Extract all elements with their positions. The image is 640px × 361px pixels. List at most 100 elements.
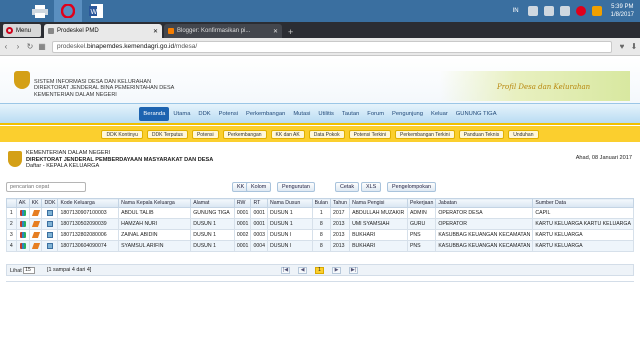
close-tab-icon[interactable]: ✕: [153, 28, 158, 35]
nav-tautan[interactable]: Tautan: [338, 107, 363, 121]
col-pekerjaan[interactable]: Pekerjaan: [406, 198, 437, 208]
col-alamat[interactable]: Alamat: [190, 198, 235, 208]
tab-blogger[interactable]: Blogger: Konfirmasikan pi... ✕: [164, 24, 282, 38]
anggota-keluarga-icon[interactable]: [19, 220, 26, 227]
bookmark-heart-icon[interactable]: ♥: [616, 42, 628, 51]
col-ddk[interactable]: DDK: [41, 198, 59, 208]
anggota-keluarga-icon[interactable]: [19, 242, 26, 249]
nav-forum[interactable]: Forum: [363, 107, 388, 121]
col-no: [6, 198, 17, 208]
edit-pencil-icon[interactable]: [31, 231, 40, 238]
network-icon[interactable]: [543, 6, 554, 16]
anggota-keluarga-icon[interactable]: [19, 231, 26, 238]
col-jabatan[interactable]: Jabatan: [435, 198, 534, 208]
col-nama-kepala-keluarga[interactable]: Nama Kepala Keluarga: [118, 198, 192, 208]
subnav-ddk-terputus[interactable]: DDK Terputus: [146, 129, 188, 139]
address-field[interactable]: prodeskel. binapemdes.kemendagri.go.id/md…: [52, 40, 612, 53]
page-favicon-icon: [48, 28, 54, 34]
ddk-form-icon[interactable]: [46, 209, 53, 216]
col-tahun[interactable]: Tahun: [329, 198, 351, 208]
first-page-icon[interactable]: |◀: [281, 267, 290, 274]
quick-search-input[interactable]: [6, 182, 86, 192]
flag-icon[interactable]: [527, 6, 538, 16]
volume-icon[interactable]: [559, 6, 570, 16]
subnav-ddk-kontinyu[interactable]: DDK Kontinyu: [101, 129, 143, 139]
lang-indicator[interactable]: IN: [513, 8, 519, 14]
subnav-panduan-teknis[interactable]: Panduan Teknis: [458, 129, 505, 139]
edit-pencil-icon[interactable]: [31, 209, 40, 216]
new-tab-icon[interactable]: +: [288, 27, 293, 37]
opera-tray-icon[interactable]: [575, 6, 586, 16]
edit-pencil-icon[interactable]: [31, 242, 40, 249]
subnav-kk-dan-ak[interactable]: KK dan AK: [270, 129, 305, 139]
xls-button[interactable]: XLS: [361, 182, 382, 192]
col-sumber-data[interactable]: Sumber Data: [532, 198, 634, 208]
nav-utama[interactable]: Utama: [169, 107, 194, 121]
pekerjaan-cell: ADMIN: [406, 207, 437, 219]
ddk-form-icon[interactable]: [46, 242, 53, 249]
nav-ddk[interactable]: DDK: [194, 107, 214, 121]
rt-cell: 0001: [250, 207, 268, 219]
nav-pengunjung[interactable]: Pengunjung: [388, 107, 427, 121]
reload-icon[interactable]: ↻: [24, 42, 36, 51]
current-page-button[interactable]: 1: [315, 267, 324, 274]
col-nama-dusun[interactable]: Nama Dusun: [266, 198, 313, 208]
col-rw[interactable]: RW: [233, 198, 252, 208]
subnav-potensi-terkini[interactable]: Potensi Terkini: [348, 129, 392, 139]
nav-beranda[interactable]: Beranda: [139, 106, 170, 121]
kolom-button[interactable]: Kolom: [246, 182, 272, 192]
sub-nav: DDK Kontinyu DDK Terputus Potensi Perkem…: [0, 126, 640, 142]
ddk-form-icon[interactable]: [46, 231, 53, 238]
opera-menu-button[interactable]: Menu: [3, 24, 41, 37]
col-ak[interactable]: AK: [15, 198, 30, 208]
speed-dial-icon[interactable]: ▦: [36, 42, 48, 51]
nav-perkembangan[interactable]: Perkembangan: [242, 107, 289, 121]
forward-icon[interactable]: ›: [12, 42, 24, 51]
col-rt[interactable]: RT: [250, 198, 268, 208]
ddk-cell: [41, 229, 59, 241]
word-app-icon[interactable]: W: [82, 0, 110, 22]
nav-keluar[interactable]: Keluar: [427, 107, 452, 121]
col-kode-keluarga[interactable]: Kode Keluarga: [57, 198, 120, 208]
printer-app-icon[interactable]: [26, 0, 54, 22]
edit-pencil-icon[interactable]: [31, 220, 40, 227]
subnav-data-pokok[interactable]: Data Pokok: [308, 129, 345, 139]
col-kk[interactable]: KK: [28, 198, 43, 208]
clock-date: 1/8/2017: [610, 12, 634, 18]
alamat-cell: DUSUN 1: [190, 229, 235, 241]
subnav-potensi[interactable]: Potensi: [191, 129, 219, 139]
next-page-icon[interactable]: ▶: [332, 267, 341, 274]
subnav-perkembangan-terkini[interactable]: Perkembangan Terkini: [395, 129, 455, 139]
rows-per-page-select[interactable]: 15: [23, 267, 36, 274]
jabatan-cell: OPERATOR DESA: [435, 207, 534, 219]
nav-mutasi[interactable]: Mutasi: [289, 107, 314, 121]
dusun-cell: DUSUN I: [266, 240, 313, 252]
cetak-button[interactable]: Cetak: [335, 182, 360, 192]
tab-prodeskel[interactable]: Prodeskel PMD ✕: [44, 24, 162, 38]
opera-app-icon[interactable]: [54, 0, 82, 22]
back-icon[interactable]: ‹: [0, 42, 12, 51]
last-page-icon[interactable]: ▶|: [349, 267, 358, 274]
prev-page-icon[interactable]: ◀: [298, 267, 307, 274]
start-area[interactable]: [0, 0, 26, 22]
subnav-perkembangan[interactable]: Perkembangan: [222, 129, 267, 139]
anggota-keluarga-icon[interactable]: [19, 209, 26, 216]
browser-tab-strip: Menu Prodeskel PMD ✕ Blogger: Konfirmasi…: [0, 22, 640, 38]
nav-gunung-tiga[interactable]: GUNUNG TIGA: [452, 107, 501, 121]
close-tab-icon[interactable]: ✕: [273, 28, 278, 35]
windows-taskbar: W IN 5:39 PM 1/8/2017: [0, 0, 640, 22]
download-icon[interactable]: ⬇: [628, 42, 640, 51]
grid-toolbar: KK Baru Kolom Pengurutan Cetak XLS Penge…: [0, 180, 640, 196]
col-nama-pengisi[interactable]: Nama Pengisi: [349, 198, 408, 208]
org-name: KEMENTERIAN DALAM NEGERI: [26, 150, 111, 156]
ddk-form-icon[interactable]: [46, 220, 53, 227]
nav-potensi[interactable]: Potensi: [215, 107, 242, 121]
col-bulan[interactable]: Bulan: [311, 198, 331, 208]
clock[interactable]: 5:39 PM 1/8/2017: [611, 3, 634, 19]
nav-utilitis[interactable]: Utilitis: [314, 107, 337, 121]
subnav-unduhan[interactable]: Unduhan: [508, 129, 539, 139]
jabatan-cell: KASUBBAG KEUANGAN KECAMATAN: [435, 229, 534, 241]
pengurutan-button[interactable]: Pengurutan: [277, 182, 315, 192]
shield-tray-icon[interactable]: [591, 6, 602, 16]
pengelompokan-button[interactable]: Pengelompokan: [387, 182, 436, 192]
